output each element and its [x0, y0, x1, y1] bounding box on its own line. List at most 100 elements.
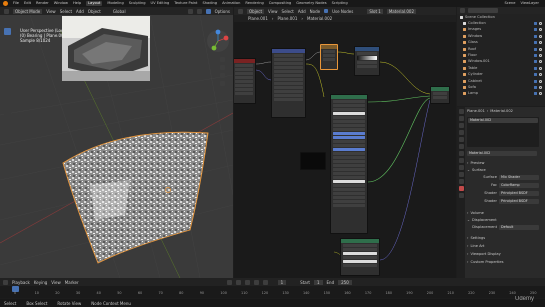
- constraints-tab-icon[interactable]: [458, 172, 464, 177]
- tool-tab-icon[interactable]: [458, 109, 464, 114]
- metallic-slider[interactable]: [333, 136, 365, 139]
- outliner-item[interactable]: Window: [457, 33, 545, 39]
- transform-orientation[interactable]: Global: [113, 9, 126, 14]
- visibility-eye-icon[interactable]: [539, 73, 542, 77]
- measure-tool-icon[interactable]: [4, 101, 11, 108]
- 3d-viewport[interactable]: User Perspective (Local) (0) Bearing | P…: [0, 15, 233, 278]
- menu-keying[interactable]: Keying: [34, 280, 47, 285]
- material-selector[interactable]: Material.002: [386, 8, 416, 14]
- visibility-eye-icon[interactable]: [539, 85, 542, 89]
- step-forward-icon[interactable]: [253, 279, 259, 285]
- step-back-icon[interactable]: [235, 279, 241, 285]
- material-name-field[interactable]: Material.002: [467, 151, 537, 156]
- select-box-tool-icon[interactable]: [4, 28, 11, 35]
- object-mode-dropdown[interactable]: Object Mode: [13, 8, 43, 14]
- move-tool-icon[interactable]: [4, 48, 11, 55]
- outliner-item[interactable]: Images: [457, 27, 545, 33]
- exclude-checkbox-icon[interactable]: [534, 60, 537, 64]
- jump-start-icon[interactable]: [226, 279, 232, 285]
- scene-tab-icon[interactable]: [458, 137, 464, 142]
- mix-shader-node[interactable]: [430, 86, 450, 104]
- data-tab-icon[interactable]: [458, 179, 464, 184]
- perspective-toggle-icon[interactable]: [220, 81, 225, 86]
- bump-node[interactable]: [340, 238, 380, 276]
- shading-rendered-icon[interactable]: [205, 8, 211, 14]
- exclude-checkbox-icon[interactable]: [534, 73, 537, 77]
- menu-render[interactable]: Render: [36, 1, 49, 6]
- use-nodes-checkbox[interactable]: [324, 9, 329, 13]
- base-color-swatch[interactable]: [333, 112, 365, 115]
- color-ramp-gradient[interactable]: [357, 56, 377, 60]
- custom-properties-panel-header[interactable]: › Custom Properties: [467, 260, 504, 265]
- menu-add[interactable]: Add: [298, 9, 306, 14]
- options-dropdown[interactable]: Options: [215, 9, 230, 14]
- fac-field[interactable]: ColorRamp: [499, 183, 539, 188]
- menu-help[interactable]: Help: [73, 1, 81, 6]
- menu-select[interactable]: Select: [60, 9, 72, 14]
- tab-compositing[interactable]: Compositing: [269, 1, 292, 6]
- outliner-item[interactable]: Floor: [457, 52, 545, 58]
- visibility-eye-icon[interactable]: [539, 47, 542, 51]
- object-tab-icon[interactable]: [458, 151, 464, 156]
- slot-dropdown[interactable]: Slot 1: [367, 8, 383, 14]
- scene-selector[interactable]: Scene: [504, 1, 515, 6]
- menu-add[interactable]: Add: [76, 9, 84, 14]
- visibility-eye-icon[interactable]: [539, 28, 542, 32]
- tab-geometry-nodes[interactable]: Geometry Nodes: [296, 1, 326, 6]
- image-texture-node[interactable]: [320, 44, 338, 70]
- material-slot-item[interactable]: Material.002: [468, 118, 538, 123]
- displacement-field[interactable]: Default: [499, 225, 539, 230]
- pan-icon[interactable]: [220, 65, 225, 70]
- outliner-item[interactable]: Roof: [457, 46, 545, 52]
- tab-texture-paint[interactable]: Texture Paint: [174, 1, 197, 6]
- object-type-dropdown[interactable]: Object: [247, 8, 265, 14]
- outliner-item[interactable]: Lamp: [457, 91, 545, 97]
- exclude-checkbox-icon[interactable]: [534, 22, 537, 26]
- view-layer-tab-icon[interactable]: [458, 130, 464, 135]
- search-icon[interactable]: [468, 8, 498, 13]
- node-swatch[interactable]: [343, 252, 377, 255]
- outliner-item[interactable]: Table: [457, 65, 545, 71]
- shader-2-field[interactable]: Principled BSDF: [499, 199, 539, 204]
- render-tab-icon[interactable]: [458, 116, 464, 121]
- start-frame-field[interactable]: 1: [313, 279, 323, 285]
- annotate-tool-icon[interactable]: [4, 91, 11, 98]
- timeline-editor-icon[interactable]: [3, 279, 8, 285]
- viewport-display-panel-header[interactable]: › Viewport Display: [467, 252, 501, 257]
- exclude-checkbox-icon[interactable]: [534, 34, 537, 38]
- menu-playback[interactable]: Playback: [12, 280, 30, 285]
- exclude-checkbox-icon[interactable]: [534, 28, 537, 32]
- subsurface-slider[interactable]: [333, 132, 365, 135]
- blender-logo-icon[interactable]: [3, 1, 8, 6]
- visibility-eye-icon[interactable]: [539, 60, 542, 64]
- exclude-checkbox-icon[interactable]: [534, 79, 537, 83]
- menu-node[interactable]: Node: [310, 9, 320, 14]
- visibility-eye-icon[interactable]: [539, 22, 542, 26]
- exclude-checkbox-icon[interactable]: [534, 66, 537, 70]
- visibility-eye-icon[interactable]: [539, 66, 542, 70]
- play-icon[interactable]: [244, 279, 250, 285]
- visibility-eye-icon[interactable]: [539, 34, 542, 38]
- outliner-item[interactable]: Window.001: [457, 59, 545, 65]
- tab-sculpting[interactable]: Sculpting: [129, 1, 146, 6]
- current-frame-field[interactable]: 1: [277, 279, 287, 285]
- tab-rendering[interactable]: Rendering: [245, 1, 263, 6]
- texture-coordinate-node[interactable]: [234, 58, 256, 104]
- world-tab-icon[interactable]: [458, 144, 464, 149]
- image-preview-node[interactable]: [300, 152, 326, 170]
- settings-panel-header[interactable]: › Settings: [467, 236, 485, 241]
- editor-type-icon[interactable]: [4, 8, 9, 14]
- roughness-slider[interactable]: [333, 148, 365, 151]
- material-slot-list[interactable]: Material.002: [467, 117, 539, 147]
- surface-panel-header[interactable]: ⌄ Surface: [467, 168, 486, 173]
- output-tab-icon[interactable]: [458, 123, 464, 128]
- cursor-tool-icon[interactable]: [4, 38, 11, 45]
- scene-collection-row[interactable]: Scene Collection: [457, 14, 545, 20]
- surface-shader-field[interactable]: Mix Shader: [499, 175, 539, 180]
- outliner-filter-icon[interactable]: [460, 8, 465, 13]
- outliner-item[interactable]: Collection: [457, 20, 545, 26]
- mapping-node[interactable]: [271, 48, 306, 118]
- end-frame-field[interactable]: 250: [338, 279, 352, 285]
- shader-editor-icon[interactable]: [238, 8, 243, 14]
- scale-tool-icon[interactable]: [4, 68, 11, 75]
